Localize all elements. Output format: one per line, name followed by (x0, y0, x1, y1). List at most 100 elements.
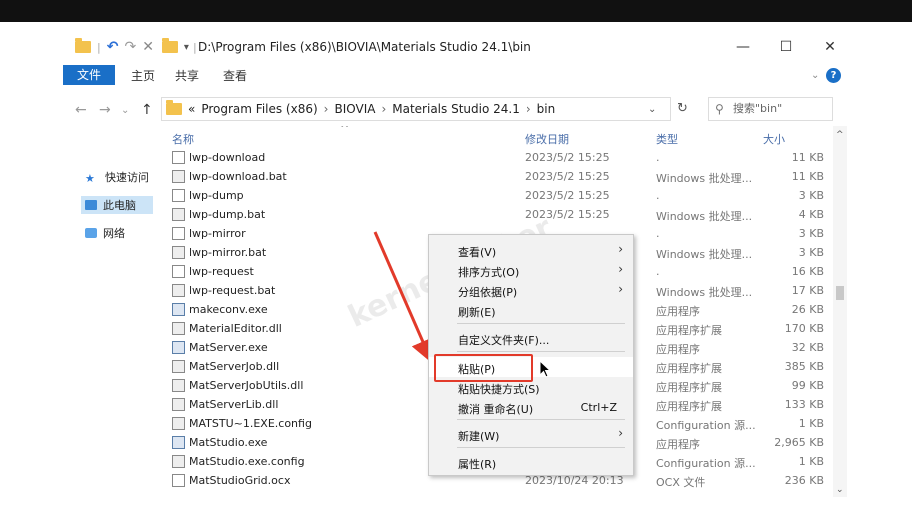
close-button[interactable]: ✕ (815, 36, 845, 58)
search-input[interactable]: ⚲ 搜索"bin" (708, 97, 833, 121)
menu-item-view[interactable]: 查看(V) › (429, 240, 633, 260)
sidebar-item-quick-access[interactable]: ★ 快速访问 (85, 168, 149, 186)
menu-item-label: 撤消 重命名(U) (458, 403, 534, 416)
file-name: MatStudio.exe (189, 436, 268, 449)
file-type: OCX 文件 (656, 476, 706, 489)
file-row[interactable]: lwp-dump 2023/5/2 15:25. 3 KB (168, 186, 833, 205)
sidebar-item-network[interactable]: 网络 (85, 224, 125, 242)
file-name: MatServer.exe (189, 341, 268, 354)
scroll-down-icon[interactable]: ⌄ (836, 485, 844, 495)
scroll-up-icon[interactable]: ^ (836, 130, 844, 140)
scrollbar-thumb[interactable] (836, 286, 844, 300)
file-size: 4 KB (798, 208, 824, 221)
column-header-type[interactable]: 类型 (656, 131, 678, 147)
delete-icon[interactable]: ✕ (142, 39, 154, 55)
file-name: lwp-dump (189, 189, 244, 202)
menu-item-new[interactable]: 新建(W) › (429, 424, 633, 444)
refresh-icon[interactable]: ↻ (677, 101, 688, 116)
menu-separator (457, 447, 625, 448)
tab-share[interactable]: 共享 (169, 66, 205, 86)
file-type: 应用程序扩展 (656, 381, 722, 394)
file-name: MatStudioGrid.ocx (189, 474, 291, 487)
breadcrumb-separator[interactable]: › (324, 102, 329, 116)
back-icon[interactable]: ← (75, 102, 87, 118)
address-dropdown-icon[interactable]: ⌄ (648, 104, 656, 115)
breadcrumb-separator[interactable]: › (381, 102, 386, 116)
new-folder-icon[interactable] (161, 38, 178, 53)
file-size: 1 KB (798, 455, 824, 468)
file-file-icon (172, 474, 185, 487)
mouse-cursor-icon (539, 360, 552, 378)
ribbon-expand-icon[interactable]: ⌄ (811, 70, 819, 81)
customize-toolbar-icon[interactable]: ▾ (184, 42, 189, 53)
column-header-date[interactable]: 修改日期 (525, 131, 569, 147)
minimize-button[interactable]: — (728, 36, 758, 58)
config-file-icon (172, 455, 185, 468)
vertical-scrollbar[interactable]: ^ ⌄ (833, 126, 847, 497)
menu-item-undo-rename[interactable]: 撤消 重命名(U) Ctrl+Z (429, 397, 633, 417)
file-type: . (656, 151, 660, 164)
file-name: MatServerJobUtils.dll (189, 379, 304, 392)
file-type: Configuration 源... (656, 457, 756, 470)
tab-view[interactable]: 查看 (217, 66, 253, 86)
breadcrumb-item[interactable]: bin (537, 102, 556, 116)
menu-item-customize-folder[interactable]: 自定义文件夹(F)... (429, 328, 633, 348)
file-size: 99 KB (791, 379, 824, 392)
tab-home[interactable]: 主页 (125, 66, 161, 86)
column-header-name[interactable]: 名称 (172, 131, 194, 147)
navigation-pane: ★ 快速访问 此电脑 网络 (63, 126, 161, 497)
file-type: 应用程序 (656, 305, 700, 318)
help-icon[interactable]: ? (826, 68, 841, 83)
menu-separator (457, 419, 625, 420)
tab-file[interactable]: 文件 (63, 65, 115, 85)
file-name: lwp-dump.bat (189, 208, 266, 221)
paste-highlight-box (434, 354, 533, 382)
forward-icon[interactable]: → (99, 102, 111, 118)
recent-locations-icon[interactable]: ⌄ (121, 105, 129, 116)
file-size: 32 KB (791, 341, 824, 354)
file-type: 应用程序扩展 (656, 324, 722, 337)
menu-item-refresh[interactable]: 刷新(E) (429, 300, 633, 320)
submenu-arrow-icon: › (618, 282, 623, 296)
file-row[interactable]: lwp-download 2023/5/2 15:25. 11 KB (168, 148, 833, 167)
breadcrumb-overflow[interactable]: « (188, 102, 195, 116)
ribbon-tabs: 文件 主页 共享 查看 ⌄ ? (63, 62, 847, 88)
sidebar-item-this-pc[interactable]: 此电脑 (81, 196, 153, 214)
address-bar[interactable]: « Program Files (x86) › BIOVIA › Materia… (161, 97, 671, 121)
file-row[interactable]: lwp-dump.bat 2023/5/2 15:25 Windows 批处理...… (168, 205, 833, 224)
file-type: . (656, 189, 660, 202)
maximize-button[interactable]: ☐ (771, 36, 801, 58)
file-file-icon (172, 265, 185, 278)
file-file-icon (172, 227, 185, 240)
breadcrumb-item[interactable]: BIOVIA (334, 102, 375, 116)
menu-item-sort[interactable]: 排序方式(O) › (429, 260, 633, 280)
file-file-icon (172, 151, 185, 164)
column-header-size[interactable]: 大小 (763, 131, 785, 147)
breadcrumb-separator[interactable]: › (526, 102, 531, 116)
dll-file-icon (172, 398, 185, 411)
file-row[interactable]: lwp-download.bat 2023/5/2 15:25 Windows 批处… (168, 167, 833, 186)
file-name: MatStudio.exe.config (189, 455, 305, 468)
up-icon[interactable]: ↑ (141, 102, 153, 118)
bat-file-icon (172, 246, 185, 259)
file-date: 2023/5/2 15:25 (525, 189, 610, 202)
file-type: Configuration 源... (656, 419, 756, 432)
breadcrumb-item[interactable]: Program Files (x86) (201, 102, 317, 116)
undo-icon[interactable]: ↶ (107, 39, 119, 55)
breadcrumb-item[interactable]: Materials Studio 24.1 (392, 102, 520, 116)
bat-file-icon (172, 284, 185, 297)
file-size: 133 KB (784, 398, 824, 411)
sidebar-item-label: 此电脑 (103, 199, 136, 212)
address-row: ← → ⌄ ↑ « Program Files (x86) › BIOVIA ›… (63, 92, 847, 126)
file-type: Windows 批处理... (656, 248, 753, 261)
computer-icon (85, 200, 97, 210)
menu-separator (457, 351, 625, 352)
submenu-arrow-icon: › (618, 242, 623, 256)
redo-icon[interactable]: ↷ (124, 39, 136, 55)
file-file-icon (172, 189, 185, 202)
menu-item-properties[interactable]: 属性(R) (429, 452, 633, 472)
bat-file-icon (172, 208, 185, 221)
file-type: . (656, 265, 660, 278)
menu-item-group[interactable]: 分组依据(P) › (429, 280, 633, 300)
file-name: lwp-mirror.bat (189, 246, 267, 259)
